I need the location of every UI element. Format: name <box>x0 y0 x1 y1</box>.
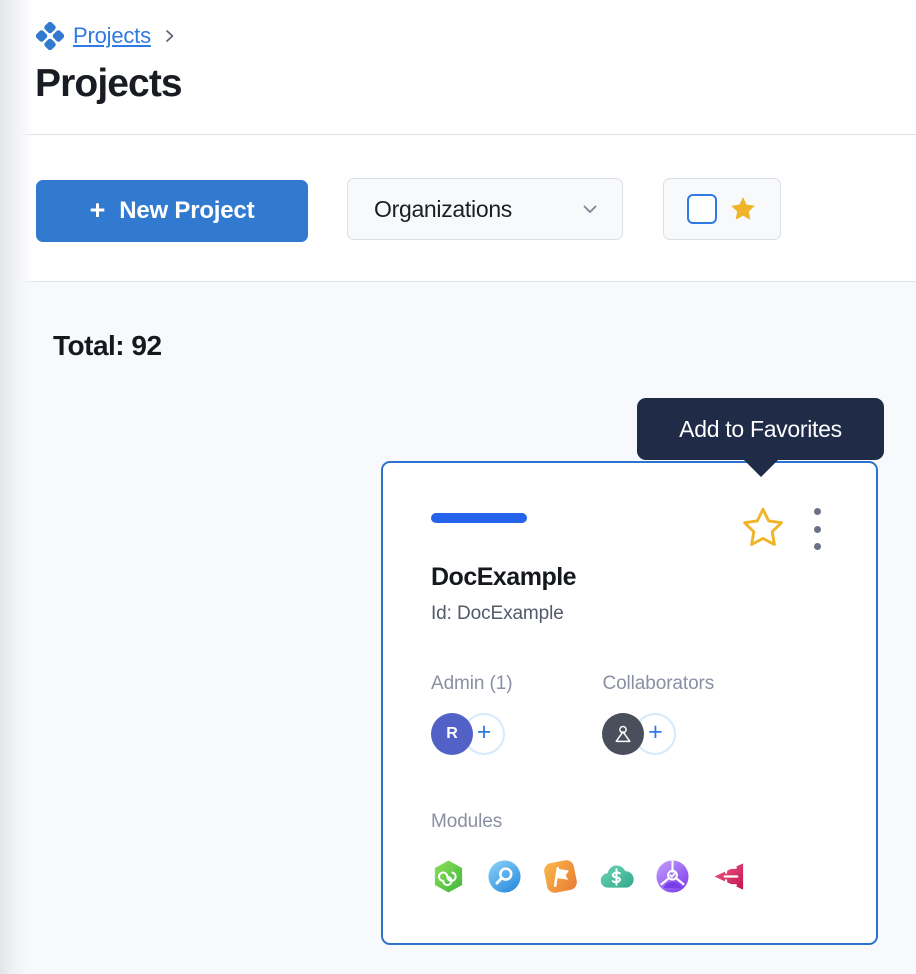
new-project-button-label: New Project <box>119 197 254 225</box>
project-people-row: Admin (1) R + Collaborators + <box>431 673 714 756</box>
more-vertical-icon-dot <box>814 526 821 533</box>
flag-square-module-icon[interactable] <box>543 859 578 894</box>
total-count-label: Total: 92 <box>53 330 162 362</box>
modules-label: Modules <box>431 811 502 833</box>
organizations-select[interactable]: Organizations <box>347 178 623 240</box>
admin-column: Admin (1) R + <box>431 673 512 756</box>
chevron-down-icon <box>580 199 600 219</box>
more-vertical-icon-dot <box>814 543 821 550</box>
tooltip-arrow <box>743 459 779 477</box>
favorites-filter-checkbox[interactable] <box>687 194 717 224</box>
avatar[interactable]: R <box>431 713 473 755</box>
plus-icon: + <box>90 197 106 224</box>
arrows-triangle-module-icon[interactable] <box>711 859 746 894</box>
infinity-hexagon-module-icon[interactable] <box>431 859 466 894</box>
star-outline-icon <box>740 505 786 551</box>
chevron-right-icon <box>160 28 176 44</box>
tooltip-text: Add to Favorites <box>679 416 842 443</box>
project-card[interactable]: DocExample Id: DocExample Admin (1) R + … <box>381 461 878 945</box>
admin-label: Admin (1) <box>431 673 512 695</box>
collaborators-label: Collaborators <box>602 673 714 695</box>
collaborator-avatars: + <box>602 712 714 756</box>
organizations-select-value: Organizations <box>374 196 580 223</box>
cloud-dollar-module-icon[interactable] <box>599 859 634 894</box>
person-icon <box>612 723 634 745</box>
avatar[interactable] <box>602 713 644 755</box>
new-project-button[interactable]: + New Project <box>36 180 308 242</box>
collaborators-column: Collaborators + <box>602 673 714 756</box>
star-filled-icon <box>729 195 757 223</box>
project-card-id: Id: DocExample <box>431 603 564 625</box>
page-title: Projects <box>35 62 182 106</box>
modules-row <box>431 859 746 894</box>
project-card-menu-button[interactable] <box>810 508 824 550</box>
project-card-title: DocExample <box>431 563 576 592</box>
diamond-grid-logo-icon <box>36 22 64 50</box>
admin-avatars: R + <box>431 712 512 756</box>
breadcrumb: Projects <box>36 22 176 50</box>
search-circle-module-icon[interactable] <box>487 859 522 894</box>
project-card-accent-bar <box>431 513 527 523</box>
check-person-circle-module-icon[interactable] <box>655 859 690 894</box>
breadcrumb-link-projects[interactable]: Projects <box>73 23 151 49</box>
favorites-filter-toggle[interactable] <box>663 178 781 240</box>
add-to-favorites-tooltip: Add to Favorites <box>637 398 884 460</box>
page-header: Projects Projects <box>0 0 916 135</box>
more-vertical-icon-dot <box>814 508 821 515</box>
project-favorite-star-button[interactable] <box>740 505 786 551</box>
